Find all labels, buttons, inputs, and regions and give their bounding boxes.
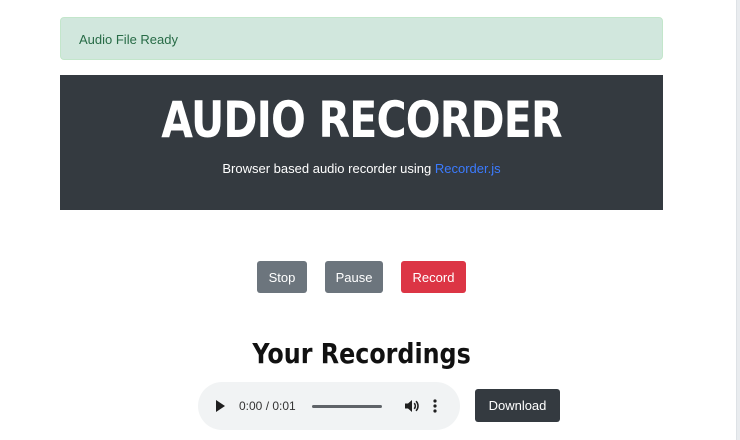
more-vert-icon[interactable]	[431, 397, 439, 415]
stop-button[interactable]: Stop	[257, 261, 307, 293]
download-button[interactable]: Download	[475, 389, 560, 422]
status-alert: Audio File Ready	[60, 17, 663, 60]
recordings-title: Your Recordings	[252, 337, 471, 370]
hero-subtitle-text: Browser based audio recorder using	[222, 161, 435, 176]
record-button[interactable]: Record	[401, 261, 466, 293]
page: Audio File Ready AUDIO RECORDER Browser …	[0, 0, 740, 440]
hero-subtitle: Browser based audio recorder using Recor…	[60, 161, 663, 176]
audio-player[interactable]: 0:00 / 0:01	[198, 382, 460, 430]
hero-banner: AUDIO RECORDER Browser based audio recor…	[60, 75, 663, 210]
recorderjs-link[interactable]: Recorder.js	[435, 161, 501, 176]
status-alert-text: Audio File Ready	[79, 32, 178, 47]
page-title: AUDIO RECORDER	[161, 91, 562, 149]
player-time: 0:00 / 0:01	[239, 399, 296, 413]
pause-button[interactable]: Pause	[325, 261, 383, 293]
seek-bar[interactable]	[312, 405, 382, 408]
play-icon[interactable]	[216, 400, 225, 412]
scrollbar-edge	[736, 0, 740, 440]
volume-icon[interactable]	[403, 397, 421, 415]
recorder-controls: Stop Pause Record	[0, 261, 723, 293]
